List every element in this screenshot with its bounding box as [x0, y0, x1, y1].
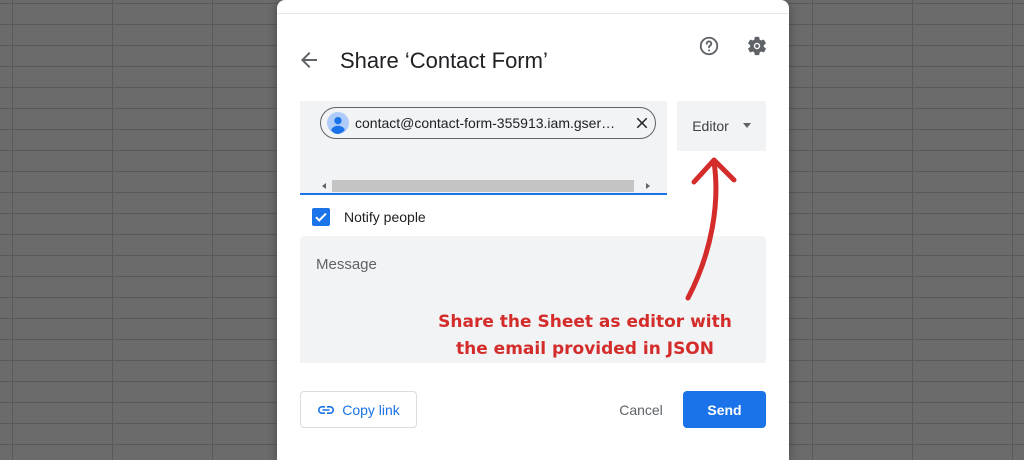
arrow-left-icon[interactable] — [297, 48, 321, 72]
scrollbar-thumb[interactable] — [332, 180, 634, 192]
send-button[interactable]: Send — [683, 391, 766, 428]
horizontal-scrollbar[interactable] — [320, 180, 656, 192]
notify-checkbox[interactable] — [312, 208, 330, 226]
dialog-title: Share ‘Contact Form’ — [340, 48, 548, 73]
check-icon — [315, 212, 327, 222]
notify-label: Notify people — [344, 209, 426, 225]
recipient-email: contact@contact-form-355913.iam.gser… — [355, 115, 616, 131]
close-icon[interactable] — [633, 114, 651, 132]
message-placeholder: Message — [316, 256, 377, 273]
annotation-arrow — [685, 157, 737, 301]
scroll-right-icon[interactable] — [644, 182, 652, 190]
help-circle-icon[interactable] — [698, 35, 720, 57]
annotation-text: Share the Sheet as editor with the email… — [420, 309, 750, 363]
recipient-chip[interactable]: contact@contact-form-355913.iam.gser… — [320, 107, 656, 139]
copy-link-label: Copy link — [342, 401, 400, 418]
scroll-left-icon[interactable] — [320, 182, 328, 190]
annotation-line: the email provided in JSON — [456, 339, 714, 359]
person-icon — [327, 112, 349, 134]
gear-icon[interactable] — [746, 35, 768, 57]
role-dropdown[interactable]: Editor — [677, 101, 766, 151]
role-label: Editor — [692, 118, 729, 134]
caret-down-icon — [742, 123, 751, 128]
dialog-divider — [277, 13, 789, 14]
copy-link-button[interactable]: Copy link — [300, 391, 417, 428]
annotation-line: Share the Sheet as editor with — [438, 312, 732, 332]
recipients-field[interactable]: contact@contact-form-355913.iam.gser… — [300, 101, 667, 195]
link-icon — [318, 405, 335, 414]
cancel-button[interactable]: Cancel — [607, 391, 675, 428]
